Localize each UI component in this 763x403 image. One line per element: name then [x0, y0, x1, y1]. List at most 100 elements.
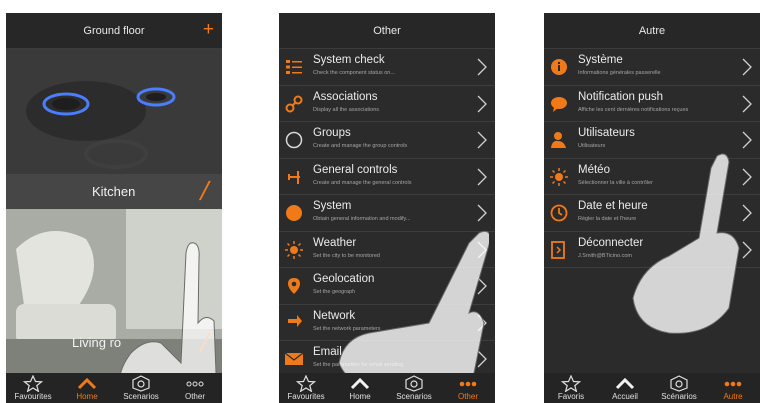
chevron-right-icon	[742, 95, 752, 112]
menu-item-deconnecter[interactable]: Déconnecter J.Smith@BTicino.com	[544, 232, 760, 268]
tab-bar: Favourites Home Scenarios Other	[6, 373, 222, 403]
scenario-icon	[405, 375, 423, 392]
tab-scenarios[interactable]: Scénarios	[652, 373, 706, 403]
more-icon	[459, 381, 477, 387]
user-icon	[551, 132, 566, 148]
clock-icon	[550, 204, 568, 222]
tab-home[interactable]: Home	[333, 373, 387, 403]
plus-icon[interactable]: +	[203, 13, 214, 47]
mail-icon	[285, 352, 303, 365]
menu-item-general-controls[interactable]: General controls Create and manage the g…	[279, 159, 495, 195]
info-icon	[286, 205, 302, 221]
home-icon	[77, 377, 97, 390]
scenario-icon	[670, 375, 688, 392]
menu-item-label: System	[313, 200, 352, 212]
menu-item-notification-push[interactable]: Notification push Affiche les cent derni…	[544, 86, 760, 122]
menu-item-label: Geolocation	[313, 273, 375, 285]
menu-item-label: Weather	[313, 236, 357, 249]
chat-icon	[551, 96, 567, 112]
scenario-icon	[132, 375, 150, 392]
more-icon	[186, 381, 204, 387]
menu-item-subtitle: Obtain general information and modify...	[313, 216, 411, 222]
chevron-right-icon	[742, 131, 752, 149]
menu-item-subtitle: Informations générales passerelle	[578, 70, 661, 76]
chevron-right-icon	[477, 58, 487, 76]
room-tile-kitchen[interactable]: Kitchen ╱	[6, 49, 222, 209]
tab-favourites[interactable]: Favourites	[6, 373, 60, 403]
home-icon	[615, 377, 635, 390]
menu-item-geolocation[interactable]: Geolocation Set the geograph	[279, 268, 495, 305]
menu-list: Système Informations générales passerell…	[544, 49, 760, 268]
chevron-right-icon	[477, 168, 487, 185]
pin-icon	[288, 278, 300, 294]
tab-autre[interactable]: Autre	[706, 373, 760, 403]
chevron-right-icon	[477, 204, 487, 222]
tab-scenarios[interactable]: Scenarios	[114, 373, 168, 403]
pencil-icon[interactable]: ╱	[200, 333, 210, 353]
tab-bar: Favoris Accueil Scénarios Autre	[544, 373, 760, 403]
chevron-right-icon	[742, 241, 752, 258]
menu-item-network[interactable]: Network Set the network parameters	[279, 305, 495, 341]
chevron-right-icon	[477, 277, 487, 295]
menu-item-system[interactable]: System Obtain general information and mo…	[279, 195, 495, 232]
menu-item-label: Network	[313, 309, 356, 322]
tab-label: Accueil	[612, 392, 638, 401]
menu-item-label: Utilisateurs	[578, 127, 635, 139]
room-name-living: Living ro	[72, 335, 122, 350]
tab-label: Favoris	[557, 392, 585, 401]
tab-bar: Favourites Home Scenarios Other	[279, 373, 495, 403]
menu-item-subtitle: Affiche les cent dernières notifications…	[578, 106, 689, 113]
menu-item-system-check[interactable]: System check Check the component status …	[279, 49, 495, 86]
menu-item-subtitle: Check the component status on...	[313, 70, 395, 76]
network-icon	[288, 314, 302, 327]
menu-item-label: Notification push	[578, 90, 664, 103]
logout-icon	[551, 240, 565, 259]
tab-other[interactable]: Other	[168, 373, 222, 403]
room-tile-living-room[interactable]: Living ro ╱	[6, 209, 222, 379]
home-icon	[350, 377, 370, 390]
tab-label: Favourites	[287, 392, 325, 401]
screen-title: Other	[373, 25, 401, 37]
tab-favoris[interactable]: Favoris	[544, 373, 598, 403]
menu-item-label: General controls	[313, 163, 398, 176]
sun-icon	[285, 240, 303, 259]
menu-item-subtitle: J.Smith@BTicino.com	[578, 252, 632, 259]
tab-scenarios[interactable]: Scenarios	[387, 373, 441, 403]
menu-item-weather[interactable]: Weather Set the city to be monitored	[279, 232, 495, 268]
tab-other[interactable]: Other	[441, 373, 495, 403]
tab-label: Scenarios	[123, 392, 159, 401]
tab-favourites[interactable]: Favourites	[279, 373, 333, 403]
phone-screen-ground-floor: Ground floor + Kitchen ╱ Living ro ╱ Fav…	[6, 13, 222, 403]
menu-item-associations[interactable]: Associations Display all the association…	[279, 86, 495, 122]
info-icon	[551, 59, 567, 75]
sun-icon	[550, 167, 568, 186]
tab-label: Other	[457, 392, 478, 401]
tab-label: Home	[349, 392, 371, 401]
tab-label: Scenarios	[396, 392, 432, 401]
list-icon	[286, 60, 302, 74]
pencil-icon[interactable]: ╱	[200, 181, 210, 201]
star-icon	[23, 375, 43, 392]
star-icon	[296, 375, 316, 392]
screen-header: Ground floor +	[6, 13, 222, 49]
tab-label: Favourites	[14, 392, 52, 401]
menu-item-label: Groups	[313, 127, 351, 139]
phone-screen-other: Other System check Check the component s…	[279, 13, 495, 403]
phone-screen-autre: Autre Système Informations générales pas…	[544, 13, 760, 403]
menu-item-utilisateurs[interactable]: Utilisateurs Utilisateurs	[544, 122, 760, 159]
screen-title: Ground floor	[83, 25, 145, 37]
menu-list: System check Check the component status …	[279, 49, 495, 378]
tab-home[interactable]: Home	[60, 373, 114, 403]
tab-label: Autre	[723, 392, 743, 401]
menu-item-subtitle: Set the parameters for email sending	[313, 362, 404, 368]
chevron-right-icon	[477, 314, 487, 331]
menu-item-systeme[interactable]: Système Informations générales passerell…	[544, 49, 760, 86]
menu-item-groups[interactable]: Groups Create and manage the group contr…	[279, 122, 495, 159]
menu-item-meteo[interactable]: Météo Sélectionner la ville à contrôler	[544, 159, 760, 195]
menu-item-date-et-heure[interactable]: Date et heure Régler la date et l'heure	[544, 195, 760, 232]
menu-item-subtitle: Set the geograph	[313, 289, 356, 295]
tab-accueil[interactable]: Accueil	[598, 373, 652, 403]
menu-item-subtitle: Sélectionner la ville à contrôler	[578, 179, 653, 186]
menu-item-subtitle: Régler la date et l'heure	[578, 216, 637, 222]
menu-item-label: Associations	[313, 90, 378, 103]
